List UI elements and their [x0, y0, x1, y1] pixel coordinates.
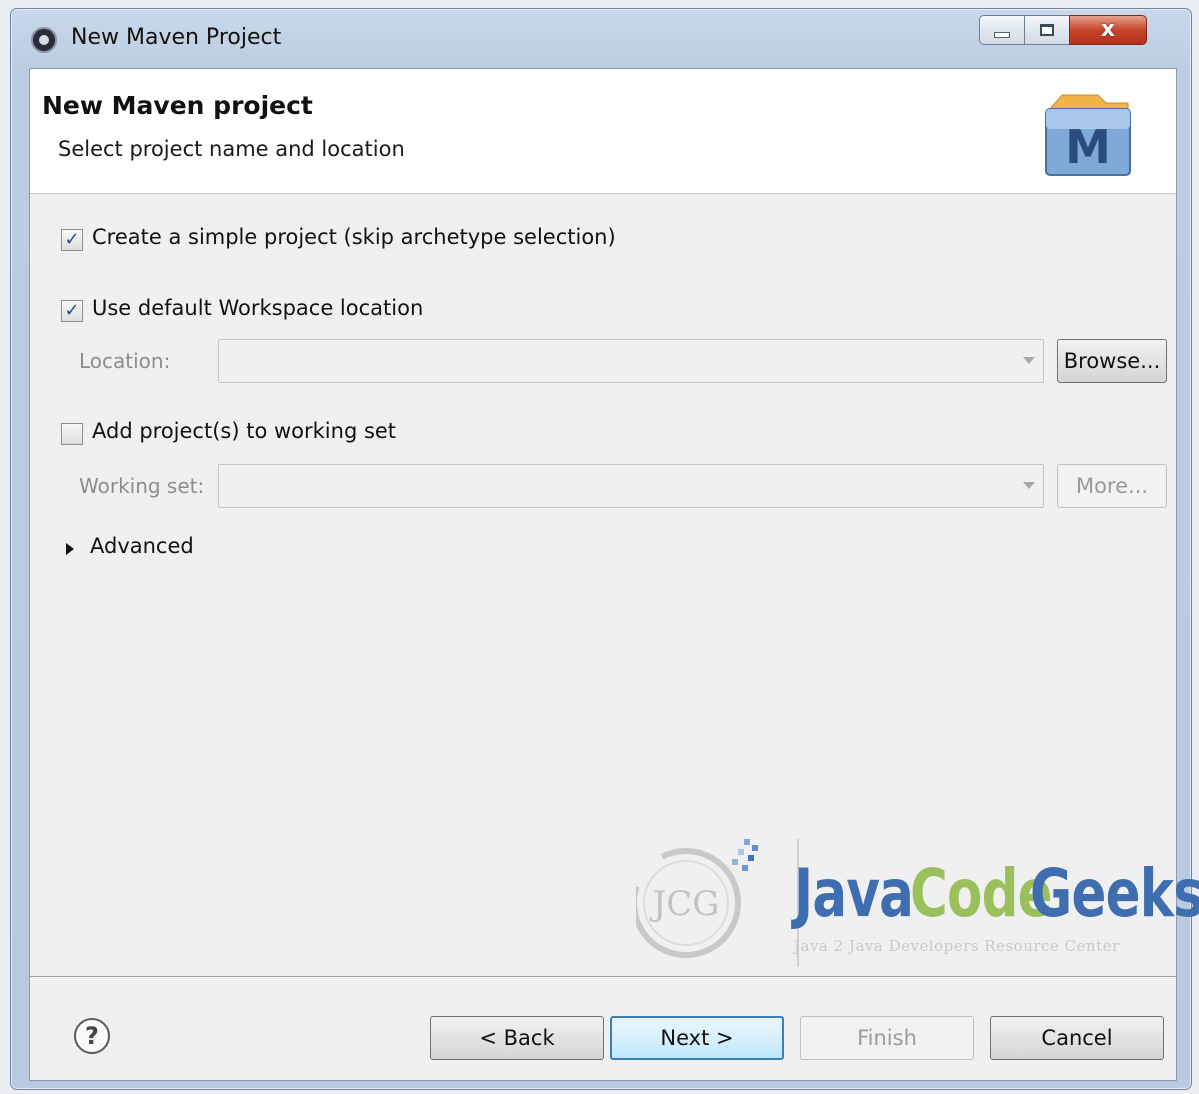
- minimize-icon: [994, 32, 1010, 38]
- window-title: New Maven Project: [71, 25, 282, 50]
- expand-arrow-icon[interactable]: [66, 543, 74, 555]
- close-icon: x: [1100, 17, 1116, 42]
- footer-separator: [30, 976, 1176, 980]
- location-combo[interactable]: [218, 339, 1044, 383]
- chevron-down-icon[interactable]: [1023, 482, 1035, 489]
- location-label: Location:: [79, 349, 171, 373]
- wizard-banner: New Maven project Select project name an…: [30, 69, 1176, 194]
- finish-button[interactable]: Finish: [800, 1016, 974, 1060]
- browse-button[interactable]: Browse...: [1057, 339, 1167, 383]
- working-set-checkbox[interactable]: [61, 423, 83, 445]
- working-set-label: Working set:: [79, 474, 205, 498]
- maximize-icon: [1040, 24, 1054, 36]
- simple-project-label[interactable]: Create a simple project (skip archetype …: [92, 225, 616, 249]
- page-subtitle: Select project name and location: [58, 137, 405, 161]
- dialog-content: New Maven project Select project name an…: [29, 68, 1199, 1081]
- jcg-tagline: Java 2 Java Developers Resource Center: [794, 937, 1120, 955]
- jcg-brand-java: Java: [794, 855, 914, 932]
- next-button[interactable]: Next >: [610, 1016, 784, 1060]
- page-title: New Maven project: [42, 91, 313, 120]
- title-bar[interactable]: New Maven Project x: [11, 9, 1191, 67]
- checkmark-icon: ✓: [64, 300, 80, 321]
- maven-logo-letter: M: [1065, 120, 1111, 174]
- default-workspace-label[interactable]: Use default Workspace location: [92, 296, 423, 320]
- maximize-button[interactable]: [1024, 15, 1070, 45]
- jcg-brand-geeks: Geeks: [1030, 855, 1199, 932]
- working-set-combo[interactable]: [218, 464, 1044, 508]
- chevron-down-icon[interactable]: [1023, 357, 1035, 364]
- close-button[interactable]: x: [1069, 15, 1147, 45]
- checkmark-icon: ✓: [64, 229, 80, 250]
- simple-project-checkbox[interactable]: ✓: [61, 229, 83, 251]
- back-button[interactable]: < Back: [430, 1016, 604, 1060]
- help-icon[interactable]: ?: [74, 1018, 110, 1054]
- dialog-window: New Maven Project x New Maven project Se…: [10, 8, 1199, 1090]
- advanced-section-toggle[interactable]: Advanced: [90, 534, 194, 558]
- jcg-monogram: JCG: [650, 884, 720, 924]
- maven-logo-icon: M: [1045, 94, 1131, 176]
- working-set-add-label[interactable]: Add project(s) to working set: [92, 419, 396, 443]
- default-workspace-checkbox[interactable]: ✓: [61, 300, 83, 322]
- minimize-button[interactable]: [979, 15, 1025, 45]
- more-button[interactable]: More...: [1057, 464, 1167, 508]
- eclipse-icon: [31, 27, 57, 53]
- cancel-button[interactable]: Cancel: [990, 1016, 1164, 1060]
